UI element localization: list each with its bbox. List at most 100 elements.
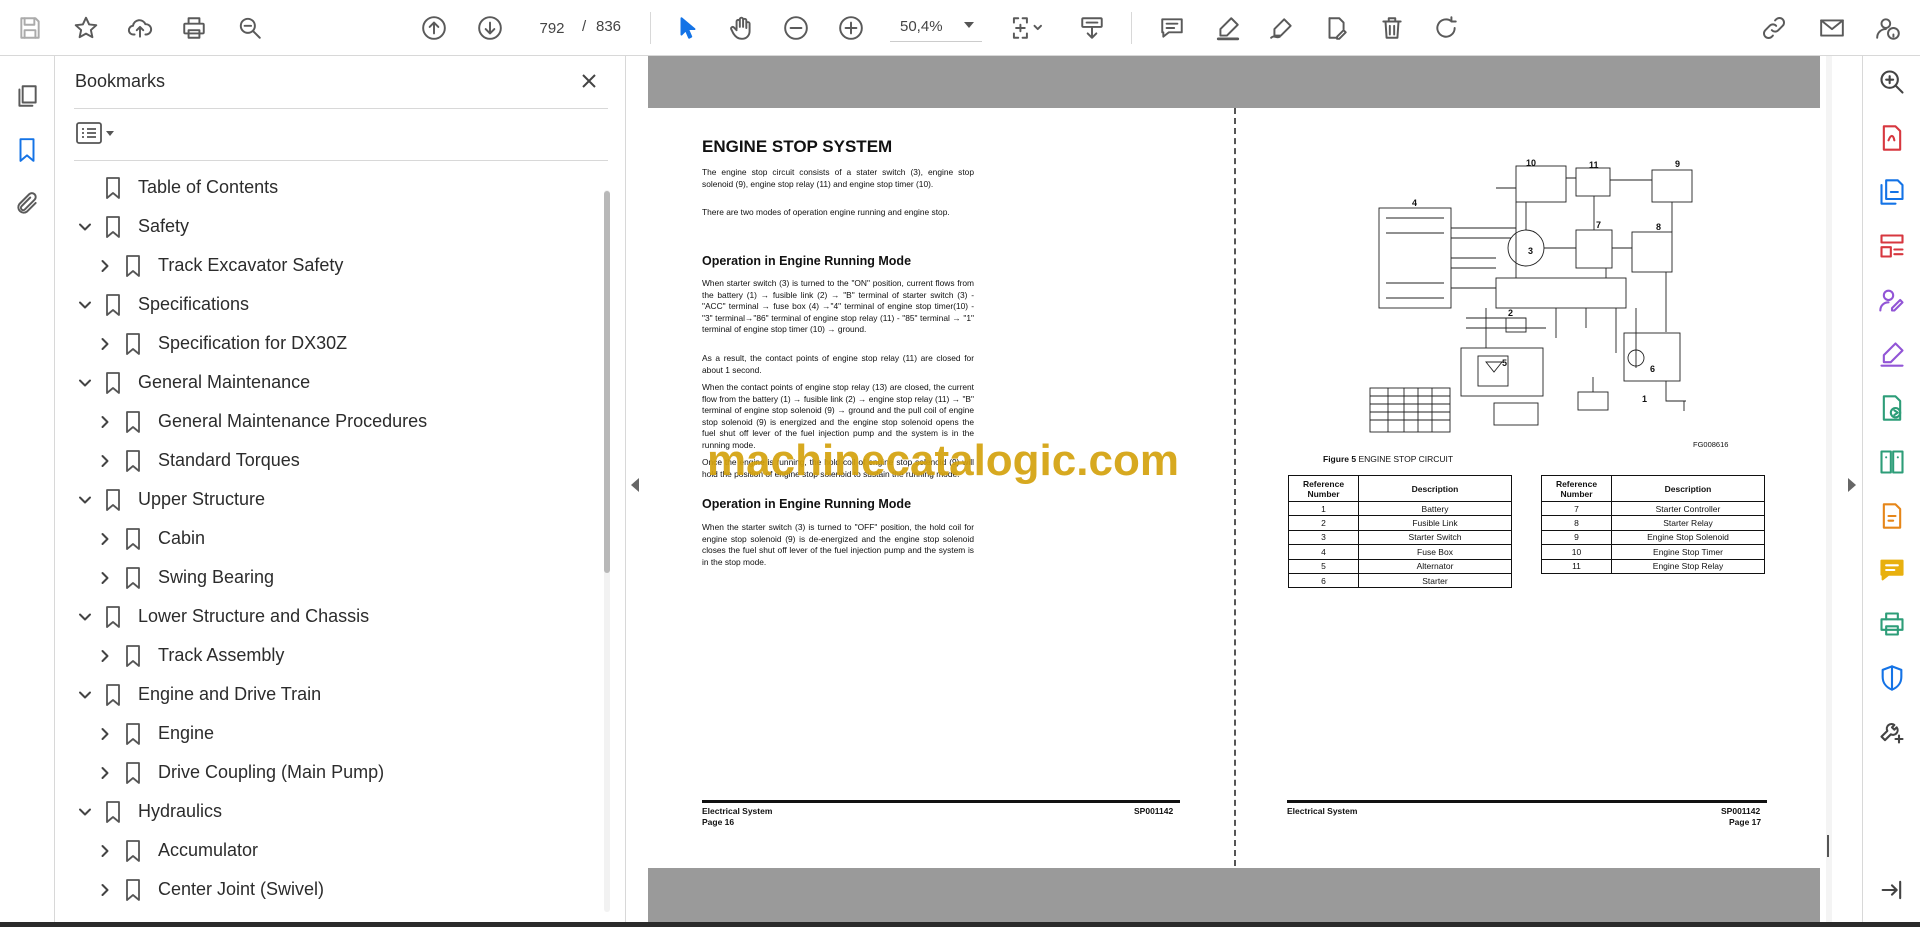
next-page-icon[interactable] [472,10,508,46]
chevron-right-icon[interactable] [94,255,116,277]
bookmark-item[interactable]: Table of Contents [74,168,278,207]
reference-table-right: Reference Number Description 7 Starter Con… [1541,475,1765,574]
page-number-input[interactable] [530,14,574,42]
export-pdf-icon[interactable] [1876,122,1908,154]
expand-panel-icon[interactable] [1876,874,1908,906]
figure-caption: Figure 5 ENGINE STOP CIRCUIT [1323,454,1453,464]
chevron-right-icon[interactable] [94,723,116,745]
chevron-down-icon[interactable] [74,294,96,316]
comment-tool-icon[interactable] [1876,554,1908,586]
table-row: 5 Alternator [1288,558,1512,574]
zoom-out-icon[interactable] [778,10,814,46]
bookmark-subitem[interactable]: Drive Coupling (Main Pump) [94,753,384,792]
upload-cloud-icon[interactable] [122,10,158,46]
circuit-label: 1 [1642,394,1647,404]
page-thumbnails-icon[interactable] [9,78,45,114]
account-help-icon[interactable] [1870,10,1906,46]
close-panel-icon[interactable] [576,68,602,94]
save-icon[interactable] [12,10,48,46]
bookmark-icon [122,254,144,278]
hand-tool-icon[interactable] [724,10,760,46]
email-icon[interactable] [1814,10,1850,46]
share-link-icon[interactable] [1756,10,1792,46]
bookmark-item[interactable]: Lower Structure and Chassis [74,597,369,636]
chevron-down-icon[interactable] [74,801,96,823]
bookmark-subitem[interactable]: Accumulator [94,831,258,870]
chevron-right-icon[interactable] [94,333,116,355]
bookmark-item[interactable]: Upper Structure [74,480,265,519]
bookmark-subitem[interactable]: Center Joint (Swivel) [94,870,324,909]
protect-shield-icon[interactable] [1876,662,1908,694]
delete-trash-icon[interactable] [1374,10,1410,46]
bookmark-item[interactable]: Hydraulics [74,792,222,831]
description-cell: Starter Controller [1611,500,1765,517]
chevron-down-icon[interactable] [74,606,96,628]
scroll-mode-icon[interactable] [1074,10,1110,46]
bookmark-label: Track Assembly [158,645,285,665]
bookmark-item[interactable]: General Maintenance [74,363,310,402]
reference-number-cell: 5 [1288,558,1359,574]
table-row: 4 Fuse Box [1288,544,1512,560]
chevron-right-icon[interactable] [94,450,116,472]
create-pdf-icon[interactable] [1876,176,1908,208]
chevron-down-icon[interactable] [74,684,96,706]
document-scrollbar-track[interactable] [1826,56,1832,922]
chevron-down-icon[interactable] [74,489,96,511]
bookmark-item[interactable]: Safety [74,207,189,246]
bookmark-subitem[interactable]: Swing Bearing [94,558,274,597]
more-tools-icon[interactable] [1876,716,1908,748]
highlight-pen-icon[interactable] [1210,10,1246,46]
bookmark-subitem[interactable]: Specification for DX30Z [94,324,347,363]
bookmark-options-button[interactable] [76,118,124,148]
print-icon[interactable] [176,10,212,46]
bookmark-icon [102,215,124,239]
zoom-magnifier-icon[interactable] [1876,66,1908,98]
print-production-icon[interactable] [1876,608,1908,640]
circuit-label: 11 [1589,160,1599,170]
request-signatures-icon[interactable] [1876,284,1908,316]
zoom-dropdown-caret-icon[interactable] [964,22,974,28]
bookmark-subitem[interactable]: General Maintenance Procedures [94,402,427,441]
bookmark-subitem[interactable]: Standard Torques [94,441,300,480]
comment-icon[interactable] [1154,10,1190,46]
compare-files-icon[interactable] [1876,446,1908,478]
bookmark-subitem[interactable]: Engine [94,714,214,753]
organize-pages-icon[interactable] [1876,230,1908,262]
attachments-paperclip-icon[interactable] [9,186,45,222]
previous-page-icon[interactable] [416,10,452,46]
fill-and-sign-icon[interactable] [1876,338,1908,370]
chevron-down-icon[interactable] [74,216,96,238]
select-cursor-icon[interactable] [670,10,706,46]
star-icon[interactable] [68,10,104,46]
collapse-left-panel-icon[interactable] [631,478,639,492]
bookmark-label: Safety [138,216,190,236]
chevron-right-icon[interactable] [94,567,116,589]
zoom-in-icon[interactable] [833,10,869,46]
chevron-right-icon[interactable] [94,840,116,862]
bookmarks-icon[interactable] [9,132,45,168]
edit-pdf-icon[interactable] [1876,500,1908,532]
fill-sign-icon[interactable] [1318,10,1354,46]
enhance-scans-icon[interactable] [1876,392,1908,424]
bookmark-subitem[interactable]: Cabin [94,519,205,558]
bookmarks-scrollbar-thumb[interactable] [604,191,610,573]
chevron-right-icon[interactable] [94,645,116,667]
page-fit-icon[interactable] [1002,10,1054,46]
chevron-down-icon[interactable] [74,372,96,394]
rotate-icon[interactable] [1428,10,1464,46]
bookmark-item[interactable]: Specifications [74,285,249,324]
zoom-level-select[interactable]: 50,4% [890,14,982,42]
zoom-search-icon[interactable] [232,10,268,46]
bookmark-subitem[interactable]: Track Assembly [94,636,284,675]
description-cell: Engine Stop Relay [1611,558,1765,574]
chevron-right-icon[interactable] [94,411,116,433]
chevron-right-icon[interactable] [94,879,116,901]
chevron-right-icon[interactable] [94,762,116,784]
document-scrollbar-thumb[interactable] [1827,835,1829,857]
bookmark-subitem[interactable]: Track Excavator Safety [94,246,343,285]
draw-freehand-icon[interactable] [1264,10,1300,46]
collapse-right-panel-icon[interactable] [1848,478,1856,492]
chevron-right-icon[interactable] [94,528,116,550]
description-cell: Starter Relay [1611,515,1765,531]
bookmark-item[interactable]: Engine and Drive Train [74,675,321,714]
